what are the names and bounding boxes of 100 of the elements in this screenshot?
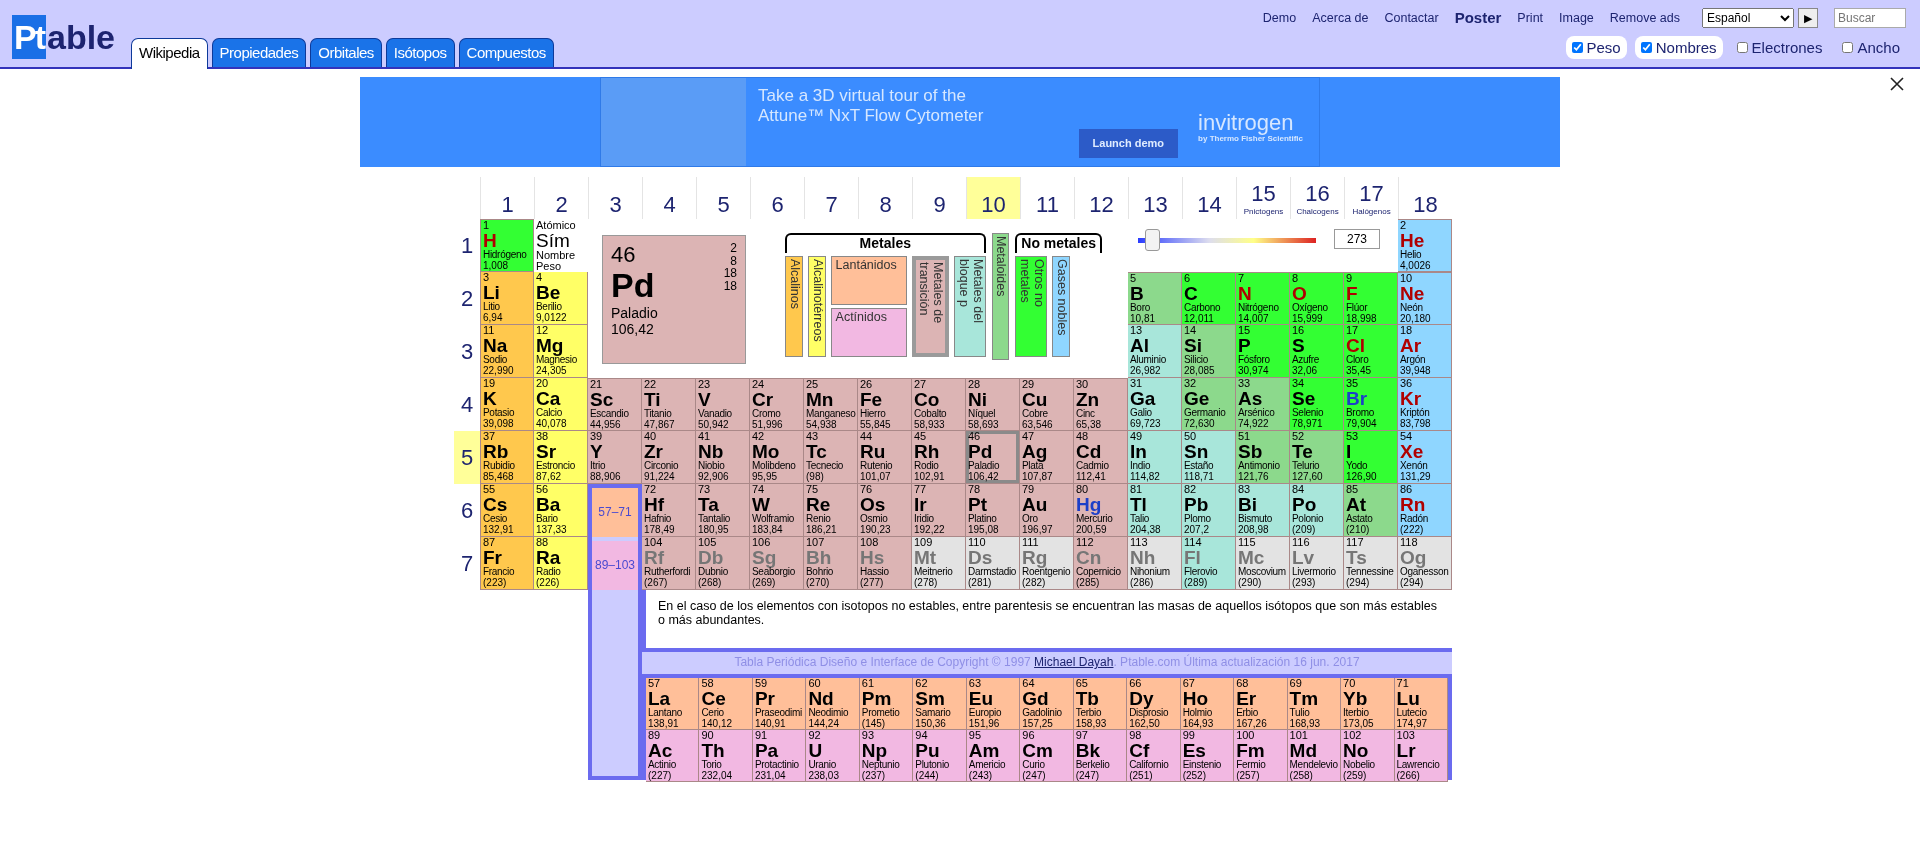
element-tile[interactable]: 6 C Carbono 12,011 [1182, 272, 1236, 325]
element-tile[interactable]: 85 At Astato (210) [1344, 484, 1398, 537]
element-tile[interactable]: 107 Bh Bohrio (270) [804, 537, 858, 590]
period-number[interactable]: 1 [454, 219, 480, 272]
element-tile[interactable]: 81 Tl Talio 204,38 [1128, 484, 1182, 537]
element-tile[interactable]: 16 S Azufre 32,06 [1290, 325, 1344, 378]
element-tile[interactable]: 18 Ar Argón 39,948 [1398, 325, 1452, 378]
element-tile[interactable]: 101 Md Mendelevio (258) [1287, 730, 1342, 782]
group-header[interactable]: 4 [642, 177, 696, 219]
nav-link[interactable]: Print [1517, 10, 1544, 26]
temperature-field[interactable]: 273 [1334, 229, 1380, 249]
category-legend-item[interactable]: Actínidos [830, 308, 907, 357]
element-tile[interactable]: 108 Hs Hassio (277) [858, 537, 912, 590]
element-tile[interactable]: 15 P Fósforo 30,974 [1236, 325, 1290, 378]
element-tile[interactable]: 89 Ac Actinio (227) [646, 730, 700, 782]
element-tile[interactable]: 102 No Nobelio (259) [1341, 730, 1395, 782]
element-tile[interactable]: 114 Fl Flerovio (289) [1182, 537, 1236, 590]
element-tile[interactable]: 7 N Nitrógeno 14,007 [1236, 272, 1290, 325]
element-tile[interactable]: 54 Xe Xenón 131,29 [1398, 431, 1452, 484]
tab[interactable]: Propiedades [211, 37, 307, 67]
group-header[interactable]: 15 Pnictogens [1236, 177, 1290, 219]
group-header[interactable]: 7 [804, 177, 858, 219]
element-tile[interactable]: 109 Mt Meitnerio (278) [912, 537, 966, 590]
period-number[interactable]: 7 [454, 537, 480, 590]
element-tile[interactable]: 38 Sr Estroncio 87,62 [534, 431, 588, 484]
element-tile[interactable]: 92 U Uranio 238,03 [806, 730, 860, 782]
category-legend-item[interactable]: Alcalinotérreos [807, 256, 826, 357]
checkbox[interactable] [1640, 42, 1652, 54]
element-tile[interactable]: 49 In Indio 114,82 [1128, 431, 1182, 484]
option-toggle[interactable]: Ancho [1836, 36, 1906, 60]
element-tile[interactable]: 98 Cf Californio (251) [1127, 730, 1181, 782]
nav-link[interactable]: Contactar [1384, 10, 1439, 26]
tab[interactable]: Wikipedia [131, 37, 208, 69]
element-tile[interactable]: 112 Cn Copernicio (285) [1074, 537, 1128, 590]
nav-link[interactable]: Image [1559, 10, 1594, 26]
element-tile[interactable]: 64 Gd Gadolinio 157,25 [1020, 678, 1074, 730]
element-tile[interactable]: 71 Lu Lutecio 174,97 [1394, 678, 1448, 730]
element-tile[interactable]: 110 Ds Darmstadio (281) [966, 537, 1020, 590]
element-tile[interactable]: 26 Fe Hierro 55,845 [858, 378, 912, 431]
element-tile[interactable]: 34 Se Selenio 78,971 [1290, 378, 1344, 431]
element-tile[interactable]: 86 Rn Radón (222) [1398, 484, 1452, 537]
element-tile[interactable]: 79 Au Oro 196,97 [1020, 484, 1074, 537]
element-tile[interactable]: 21 Sc Escandio 44,956 [588, 378, 642, 431]
element-tile[interactable]: 41 Nb Niobio 92,906 [696, 431, 750, 484]
group-header[interactable]: 12 [1074, 177, 1128, 219]
tab[interactable]: Isótopos [385, 37, 455, 67]
element-tile[interactable]: 32 Ge Germanio 72,630 [1182, 378, 1236, 431]
element-tile[interactable]: 67 Ho Holmio 164,93 [1180, 678, 1235, 730]
element-tile[interactable]: 106 Sg Seaborgio (269) [750, 537, 804, 590]
element-tile[interactable]: 14 Si Silicio 28,085 [1182, 325, 1236, 378]
group-header[interactable]: 8 [858, 177, 912, 219]
element-tile[interactable]: 39 Y Itrio 88,906 [588, 431, 642, 484]
element-tile[interactable]: 13 Al Aluminio 26,982 [1128, 325, 1182, 378]
element-tile[interactable]: 115 Mc Moscovium (290) [1236, 537, 1290, 590]
element-tile[interactable]: 2 He Helio 4,0026 [1398, 219, 1452, 272]
element-tile[interactable]: 68 Er Erbio 167,26 [1234, 678, 1288, 730]
element-tile[interactable]: 43 Tc Tecnecio (98) [804, 431, 858, 484]
element-tile[interactable]: 17 Cl Cloro 35,45 [1344, 325, 1398, 378]
tab[interactable]: Compuestos [458, 37, 554, 67]
element-tile[interactable]: 88 Ra Radio (226) [534, 537, 588, 590]
element-tile[interactable]: 82 Pb Plomo 207,2 [1182, 484, 1236, 537]
element-tile[interactable]: 29 Cu Cobre 63,546 [1020, 378, 1074, 431]
element-tile[interactable]: 10 Ne Neón 20,180 [1398, 272, 1452, 325]
category-legend-item[interactable]: Metales del bloque p [954, 256, 986, 357]
element-tile[interactable]: 103 Lr Lawrencio (266) [1394, 730, 1448, 782]
element-tile[interactable]: 104 Rf Rutherfordi (267) [642, 537, 696, 590]
element-tile[interactable]: 83 Bi Bismuto 208,98 [1236, 484, 1290, 537]
element-tile[interactable]: 25 Mn Manganeso 54,938 [804, 378, 858, 431]
group-header[interactable]: 11 [1020, 177, 1074, 219]
element-tile[interactable]: 91 Pa Protactinio 231,04 [752, 730, 807, 782]
group-header[interactable]: 3 [588, 177, 642, 219]
element-tile[interactable]: 116 Lv Livermorio (293) [1290, 537, 1344, 590]
element-tile[interactable]: 61 Pm Prometio (145) [859, 678, 914, 730]
ptable-logo[interactable]: Ptable [12, 15, 116, 59]
element-tile[interactable]: 9 F Flúor 18,998 [1344, 272, 1398, 325]
element-tile[interactable]: 63 Eu Europio 151,96 [966, 678, 1021, 730]
element-tile[interactable]: 117 Ts Tennessine (294) [1344, 537, 1398, 590]
element-tile[interactable]: 20 Ca Calcio 40,078 [534, 378, 588, 431]
group-header[interactable]: 13 [1128, 177, 1182, 219]
element-tile[interactable]: 95 Am Americio (243) [966, 730, 1021, 782]
element-tile[interactable]: 45 Rh Rodio 102,91 [912, 431, 966, 484]
element-tile[interactable]: 47 Ag Plata 107,87 [1020, 431, 1074, 484]
element-tile[interactable]: 60 Nd Neodimio 144,24 [806, 678, 860, 730]
element-tile[interactable]: 118 Og Oganesson (294) [1398, 537, 1452, 590]
element-tile[interactable]: 31 Ga Galio 69,723 [1128, 378, 1182, 431]
checkbox[interactable] [1571, 42, 1583, 54]
element-tile[interactable]: 56 Ba Bario 137,33 [534, 484, 588, 537]
element-tile[interactable]: 87 Fr Francio (223) [480, 537, 534, 590]
element-tile[interactable]: 111 Rg Roentgenio (282) [1020, 537, 1074, 590]
element-tile[interactable]: 23 V Vanadio 50,942 [696, 378, 750, 431]
option-toggle[interactable]: Electrones [1730, 36, 1829, 60]
element-tile[interactable]: 11 Na Sodio 22,990 [480, 325, 534, 378]
element-tile[interactable]: 73 Ta Tantalio 180,95 [696, 484, 750, 537]
close-icon[interactable] [1890, 77, 1904, 91]
category-legend-item[interactable]: Lantánidos [830, 256, 907, 305]
element-tile[interactable]: 72 Hf Hafnio 178,49 [642, 484, 696, 537]
element-tile[interactable]: 77 Ir Iridio 192,22 [912, 484, 966, 537]
period-number[interactable]: 3 [454, 325, 480, 378]
element-tile[interactable]: 59 Pr Praseodimi 140,91 [752, 678, 807, 730]
group-header[interactable]: 16 Chalcogens [1290, 177, 1344, 219]
